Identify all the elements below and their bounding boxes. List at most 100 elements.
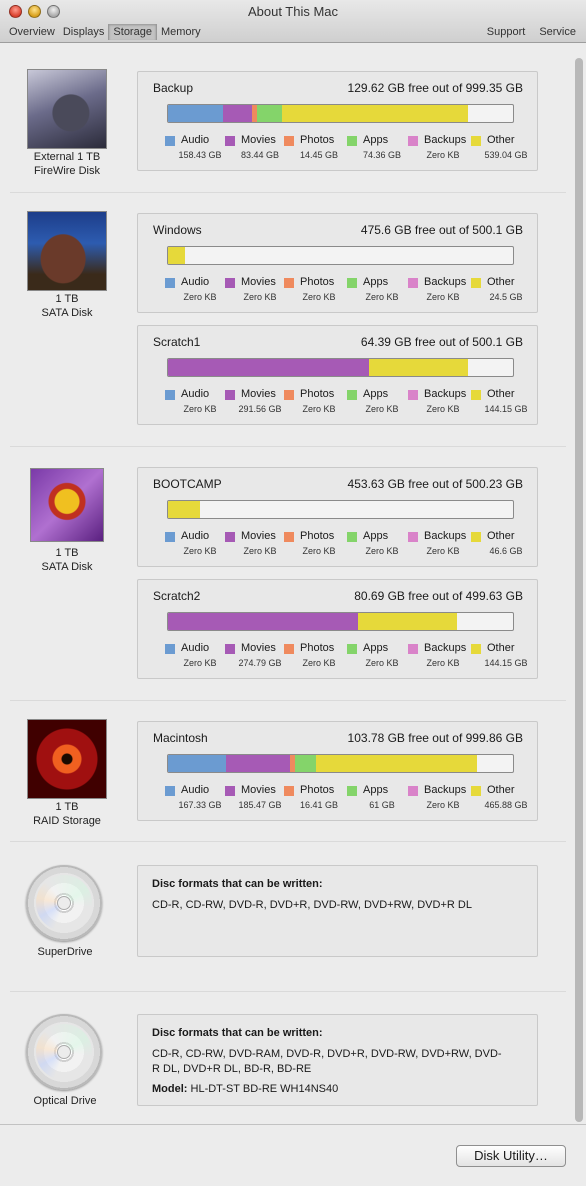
legend-label: Photos: [300, 642, 335, 654]
legend-value: Zero KB: [302, 404, 336, 414]
legend-label: Photos: [300, 276, 335, 288]
legend-label: Audio: [181, 388, 210, 400]
legend-value: 46.6 GB: [489, 546, 523, 556]
superdrive-disc-icon: [26, 865, 102, 941]
scrollbar[interactable]: [575, 44, 583, 1124]
movies-swatch: [225, 136, 235, 146]
usage-segment-other: [168, 501, 201, 518]
other-swatch: [471, 786, 481, 796]
volume-panel: Macintosh 103.78 GB free out of 999.86 GB…: [137, 721, 538, 821]
audio-swatch: [165, 644, 175, 654]
tab-storage[interactable]: Storage: [108, 24, 157, 40]
apps-swatch: [347, 390, 357, 400]
photos-swatch: [284, 644, 294, 654]
tab-bar: Overview Displays Storage Memory: [5, 24, 205, 40]
disk-utility-button[interactable]: Disk Utility…: [456, 1145, 566, 1167]
legend-label: Audio: [181, 530, 210, 542]
legend-label: Photos: [300, 388, 335, 400]
movies-swatch: [225, 644, 235, 654]
legend-value: 14.45 GB: [299, 150, 339, 160]
storage-usage-bar: [167, 104, 514, 123]
device-type: RAID Storage: [33, 815, 101, 827]
tab-displays[interactable]: Displays: [59, 24, 109, 40]
legend-value: 74.36 GB: [362, 150, 402, 160]
legend-value: Zero KB: [302, 546, 336, 556]
audio-swatch: [165, 532, 175, 542]
legend-value: 24.5 GB: [489, 292, 523, 302]
volume-free-space: 103.78 GB free out of 999.86 GB: [347, 731, 523, 745]
device-label: External 1 TB FireWire Disk: [12, 150, 122, 178]
scrollbar-thumb[interactable]: [575, 58, 583, 1122]
legend-label: Photos: [300, 530, 335, 542]
external-disk-icon: [27, 69, 107, 149]
volume-name: Scratch2: [153, 589, 201, 603]
model-value: HL-DT-ST BD-RE WH14NS40: [190, 1083, 339, 1095]
usage-legend: Audio Zero KB Movies 274.79 GB Photos Zero KB…: [165, 642, 535, 672]
photos-swatch: [284, 278, 294, 288]
other-swatch: [471, 136, 481, 146]
legend-label: Movies: [241, 276, 276, 288]
window-title: About This Mac: [247, 4, 339, 19]
legend-label: Apps: [363, 388, 389, 400]
device-type: SATA Disk: [41, 307, 93, 319]
legend-label: Audio: [181, 276, 210, 288]
storage-usage-bar: [167, 358, 514, 377]
other-swatch: [471, 390, 481, 400]
divider: [10, 700, 566, 701]
legend-value: 539.04 GB: [484, 150, 528, 160]
volume-name: Macintosh: [153, 731, 208, 745]
backups-swatch: [408, 786, 418, 796]
photos-swatch: [284, 390, 294, 400]
backups-swatch: [408, 136, 418, 146]
device-size: 1 TB: [55, 801, 79, 813]
device-size: External 1 TB: [33, 151, 101, 163]
usage-segment-other: [316, 755, 478, 772]
volume-name: Scratch1: [153, 335, 201, 349]
legend-value: Zero KB: [365, 404, 399, 414]
tab-overview[interactable]: Overview: [5, 24, 59, 40]
divider: [10, 991, 566, 992]
legend-label: Other: [487, 134, 515, 146]
volume-name: BOOTCAMP: [153, 477, 222, 491]
legend-label: Apps: [363, 784, 389, 796]
apps-swatch: [347, 532, 357, 542]
usage-legend: Audio 167.33 GB Movies 185.47 GB Photos 16.41…: [165, 784, 535, 814]
volume-name: Backup: [153, 81, 194, 95]
device-size: 1 TB: [55, 293, 79, 305]
legend-value: 465.88 GB: [484, 800, 528, 810]
other-swatch: [471, 532, 481, 542]
movies-swatch: [225, 786, 235, 796]
service-link[interactable]: Service: [539, 24, 576, 40]
legend-label: Audio: [181, 134, 210, 146]
legend-label: Movies: [241, 134, 276, 146]
volume-free-space: 129.62 GB free out of 999.35 GB: [347, 81, 523, 95]
storage-usage-bar: [167, 246, 514, 265]
sata-disk-icon: [30, 468, 104, 542]
volume-panel: Scratch2 80.69 GB free out of 499.63 GB Au…: [137, 579, 538, 679]
apps-swatch: [347, 786, 357, 796]
usage-segment-other: [168, 247, 185, 264]
legend-label: Backups: [424, 276, 467, 288]
support-link[interactable]: Support: [487, 24, 526, 40]
volume-free-space: 475.6 GB free out of 500.1 GB: [360, 223, 523, 237]
device-label: 1 TB SATA Disk: [12, 546, 122, 574]
usage-segment-other: [282, 105, 469, 122]
movies-swatch: [225, 390, 235, 400]
device-size: 1 TB: [55, 547, 79, 559]
photos-swatch: [284, 786, 294, 796]
usage-segment-apps: [295, 755, 317, 772]
title-bar: About This Mac Overview Displays Storage…: [0, 0, 586, 43]
device-type: FireWire Disk: [34, 165, 100, 177]
legend-label: Movies: [241, 784, 276, 796]
divider: [10, 192, 566, 193]
usage-segment-movies: [168, 359, 370, 376]
legend-value: 144.15 GB: [484, 658, 528, 668]
device-label: 1 TB RAID Storage: [12, 800, 122, 828]
legend-label: Other: [487, 530, 515, 542]
tab-memory[interactable]: Memory: [157, 24, 205, 40]
legend-label: Photos: [300, 784, 335, 796]
legend-label: Backups: [424, 134, 467, 146]
disc-formats-panel: Disc formats that can be written: CD-R, …: [137, 1014, 538, 1106]
legend-value: Zero KB: [302, 292, 336, 302]
legend-value: Zero KB: [426, 150, 460, 160]
